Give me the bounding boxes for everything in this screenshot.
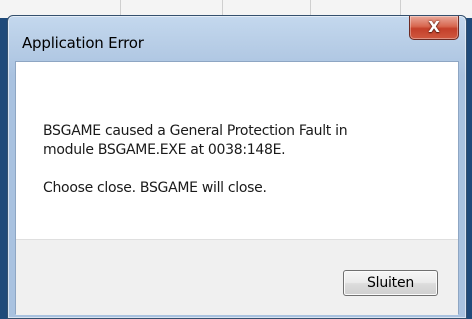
window-title: Application Error (22, 34, 144, 52)
error-message: BSGAME caused a General Protection Fault… (43, 122, 348, 198)
button-panel: Sluiten (16, 239, 458, 315)
close-window-button[interactable]: X (409, 16, 459, 40)
close-button[interactable]: Sluiten (343, 270, 438, 296)
application-error-dialog: Application Error X BSGAME caused a Gene… (7, 15, 467, 319)
error-message-line: BSGAME caused a General Protection Fault… (43, 123, 348, 139)
dialog-client-area: BSGAME caused a General Protection Fault… (15, 61, 459, 315)
close-icon: X (428, 18, 440, 36)
error-message-line: module BSGAME.EXE at 0038:148E. (43, 142, 286, 158)
title-bar[interactable]: Application Error X (8, 16, 466, 60)
error-message-line: Choose close. BSGAME will close. (43, 180, 267, 196)
